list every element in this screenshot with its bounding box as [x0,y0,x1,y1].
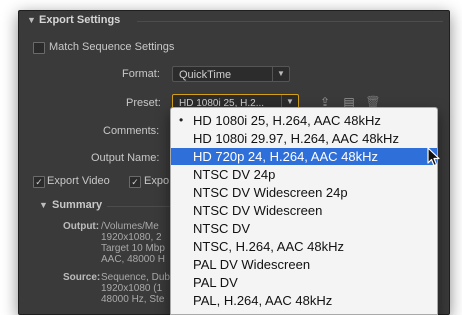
summary-title: Summary [52,199,103,211]
match-sequence-checkbox[interactable] [33,42,45,54]
source-line: 48000 Hz, Ste [101,294,165,305]
preset-option-label: NTSC DV Widescreen 24p [193,185,348,200]
triangle-down-icon[interactable]: ▼ [27,15,36,25]
source-line: Sequence, Dub [101,272,170,283]
preset-dropdown-menu: • HD 1080i 25, H.264, AAC 48kHz HD 1080i… [170,107,438,315]
mouse-pointer-icon [427,147,440,167]
export-video-checkbox[interactable]: ✓ [33,176,45,188]
export-audio-checkbox[interactable]: ✓ [129,176,141,188]
comments-label: Comments: [103,125,160,137]
match-sequence-label: Match Sequence Settings [49,41,175,53]
output-line: 1920x1080, 2 [101,232,162,243]
preset-option-label: PAL, H.264, AAC 48kHz [193,293,333,308]
section-title: Export Settings [39,14,121,26]
export-video-label: Export Video [47,175,110,187]
triangle-down-icon[interactable]: ▼ [39,200,48,210]
preset-label: Preset: [126,97,161,109]
output-line: /Volumes/Me [101,221,159,232]
preset-option-label: NTSC DV 24p [193,167,276,182]
preset-option[interactable]: • HD 1080i 25, H.264, AAC 48kHz [171,112,437,129]
preset-option[interactable]: NTSC, H.264, AAC 48kHz [171,238,437,255]
export-audio-label: Expo [144,175,170,187]
preset-option[interactable]: NTSC DV [171,220,437,237]
preset-option-label: PAL DV [193,275,238,290]
output-line: Target 10 Mbp [101,243,165,254]
preset-option-label: NTSC, H.264, AAC 48kHz [193,239,344,254]
preset-option-label: PAL DV Widescreen [193,257,311,272]
preset-option[interactable]: NTSC DV Widescreen [171,202,437,219]
preset-option-label: NTSC DV Widescreen [193,203,323,218]
output-line: AAC, 48000 H [101,254,165,265]
preset-option[interactable]: NTSC DV Widescreen 24p [171,184,437,201]
format-value: QuickTime [179,69,232,81]
checkmark-bullet-icon: • [179,113,184,127]
preset-option-label: HD 1080i 29.97, H.264, AAC 48kHz [193,131,399,146]
format-label: Format: [122,68,160,80]
preset-option[interactable]: NTSC DV 24p [171,166,437,183]
preset-option[interactable]: PAL, H.264, AAC 48kHz [171,292,437,309]
preset-option-label: HD 720p 24, H.264, AAC 48kHz [193,149,378,164]
preset-option-label: HD 1080i 25, H.264, AAC 48kHz [193,113,381,128]
preset-option[interactable]: HD 1080i 29.97, H.264, AAC 48kHz [171,130,437,147]
source-summary-label: Source: [63,272,101,283]
preset-option-label: NTSC DV [193,221,251,236]
output-summary-label: Output: [63,221,100,232]
section-divider [137,21,443,22]
format-select[interactable]: QuickTime ▼ [172,66,290,82]
chevron-down-icon: ▼ [272,67,289,81]
preset-option-selected[interactable]: HD 720p 24, H.264, AAC 48kHz [171,148,437,165]
source-line: 1920x1080 (1 [101,283,163,294]
preset-option[interactable]: PAL DV [171,274,437,291]
preset-option[interactable]: PAL DV Widescreen [171,256,437,273]
output-name-label: Output Name: [91,152,160,164]
